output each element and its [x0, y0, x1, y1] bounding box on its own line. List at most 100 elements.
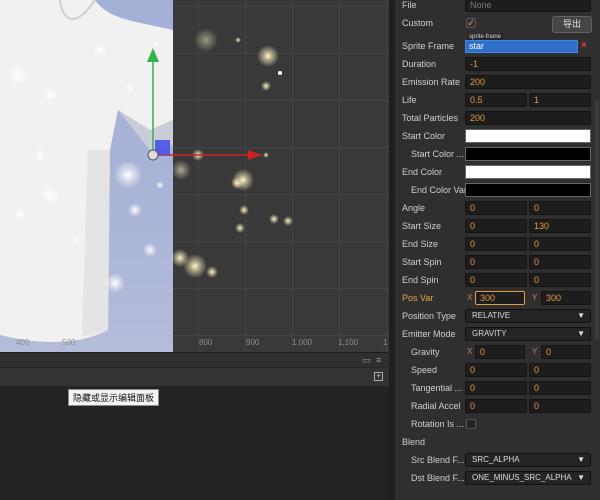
field-label: End Color	[402, 167, 443, 177]
src-blend-select[interactable]: SRC_ALPHA ▼	[465, 453, 591, 467]
tangential-var-input[interactable]: 0	[529, 381, 591, 395]
life-input[interactable]: 0.5	[465, 93, 527, 107]
field-label: End Spin	[402, 275, 439, 285]
speed-input[interactable]: 0	[465, 363, 527, 377]
start-spin-row: Start Spin 0 0	[395, 253, 600, 271]
emission-rate-input[interactable]: 200	[465, 75, 591, 89]
custom-checkbox[interactable]: ✓	[466, 18, 476, 28]
life-var-input[interactable]: 1	[529, 93, 591, 107]
inspector-scrollbar[interactable]	[595, 100, 599, 340]
end-size-input[interactable]: 0	[465, 237, 527, 251]
duration-input[interactable]: -1	[465, 57, 591, 71]
field-label: File	[402, 0, 417, 10]
start-color-row: Start Color	[395, 127, 600, 145]
start-size-row: Start Size 0 130	[395, 217, 600, 235]
field-label: Speed	[411, 365, 438, 375]
rotation-row: Rotation Is ...	[395, 415, 600, 433]
field-label: Emission Rate	[402, 77, 461, 87]
start-color-swatch[interactable]	[465, 129, 591, 143]
select-value: GRAVITY	[472, 329, 507, 338]
axis-label: Y	[532, 293, 538, 302]
ruler-label: 1,000	[292, 338, 313, 347]
select-value: SRC_ALPHA	[472, 455, 520, 464]
start-size-var-input[interactable]: 130	[529, 219, 591, 233]
ruler-label: 500	[62, 338, 76, 347]
console-toolbar: +	[0, 367, 389, 387]
end-spin-row: End Spin 0 0	[395, 271, 600, 289]
field-label: Pos Var	[402, 293, 434, 303]
field-label: Start Color ...	[411, 149, 465, 159]
radial-accel-var-input[interactable]: 0	[529, 399, 591, 413]
select-value: RELATIVE	[472, 311, 511, 320]
axis-label: X	[467, 347, 473, 356]
dst-blend-select[interactable]: ONE_MINUS_SRC_ALPHA ▼	[465, 471, 591, 485]
life-row: Life 0.5 1	[395, 91, 600, 109]
start-spin-var-input[interactable]: 0	[529, 255, 591, 269]
start-color-var-row: Start Color ...	[395, 145, 600, 163]
console-body	[0, 387, 389, 500]
tangential-row: Tangential ... 0 0	[395, 379, 600, 397]
angle-input[interactable]: 0	[465, 201, 527, 215]
clear-icon[interactable]: ×	[581, 40, 587, 51]
ruler-label: 400	[16, 338, 30, 347]
menu-icon[interactable]: ≡	[376, 355, 381, 365]
sparkle-particles	[8, 28, 293, 293]
axis-label: Y	[532, 347, 538, 356]
field-label: Custom	[402, 18, 434, 28]
transform-gizmo[interactable]	[147, 42, 262, 161]
file-field[interactable]: None	[465, 0, 591, 12]
end-size-var-input[interactable]: 0	[529, 237, 591, 251]
tangential-input[interactable]: 0	[465, 381, 527, 395]
ruler-label: 1,100	[338, 338, 359, 347]
field-label: Emitter Mode	[402, 329, 456, 339]
angle-var-input[interactable]: 0	[529, 201, 591, 215]
field-label: End Color Var	[411, 185, 467, 195]
field-label: Dst Blend F...	[411, 473, 465, 483]
section-label: Blend	[402, 437, 426, 447]
field-label: Gravity	[411, 347, 440, 357]
sprite-frame-field[interactable]: star	[465, 40, 578, 53]
total-particles-input[interactable]: 200	[465, 111, 591, 125]
scene-view[interactable]: 400 500 800 900 1,000 1,100 1	[0, 0, 389, 352]
speed-var-input[interactable]: 0	[529, 363, 591, 377]
end-spin-input[interactable]: 0	[465, 273, 527, 287]
field-label: Start Size	[402, 221, 442, 231]
end-spin-var-input[interactable]: 0	[529, 273, 591, 287]
start-color-var-swatch[interactable]	[465, 147, 591, 161]
blend-row: Blend	[395, 433, 600, 451]
gravity-x-input[interactable]: 0	[475, 345, 525, 359]
emitter-mode-select[interactable]: GRAVITY ▼	[465, 327, 591, 341]
dropdown-arrow-icon: ▼	[577, 329, 585, 338]
field-label: Radial Accel	[411, 401, 461, 411]
field-label: Duration	[402, 59, 437, 69]
field-label: Life	[402, 95, 417, 105]
pos-var-x-input[interactable]: 300	[475, 291, 525, 305]
src-blend-row: Src Blend F... SRC_ALPHA ▼	[395, 451, 600, 469]
particles-and-gizmo	[8, 28, 293, 293]
toggle-panel-icon[interactable]: +	[374, 372, 383, 381]
field-label: Sprite Frame	[402, 41, 455, 51]
rotation-checkbox[interactable]	[466, 419, 476, 429]
end-color-swatch[interactable]	[465, 165, 591, 179]
field-label: End Size	[402, 239, 439, 249]
total-particles-row: Total Particles 200	[395, 109, 600, 127]
field-label: Rotation Is ...	[411, 419, 465, 429]
minimize-icon[interactable]: ▭	[362, 355, 371, 366]
start-size-input[interactable]: 0	[465, 219, 527, 233]
field-label: Angle	[402, 203, 426, 213]
gravity-y-input[interactable]: 0	[541, 345, 591, 359]
emission-rate-row: Emission Rate 200	[395, 73, 600, 91]
field-label: Src Blend F...	[411, 455, 465, 465]
end-color-var-swatch[interactable]	[465, 183, 591, 197]
start-spin-input[interactable]: 0	[465, 255, 527, 269]
pos-var-row: Pos Var X 300 Y 300	[395, 289, 600, 307]
radial-accel-input[interactable]: 0	[465, 399, 527, 413]
file-row: File None	[395, 0, 600, 14]
ruler-label: 900	[246, 338, 260, 347]
export-button[interactable]: 导出	[552, 16, 592, 33]
position-type-select[interactable]: RELATIVE ▼	[465, 309, 591, 323]
pos-var-y-input[interactable]: 300	[541, 291, 591, 305]
console-header: ▭ ≡	[0, 352, 389, 367]
ruler-label: 1	[383, 338, 388, 347]
axis-label: X	[467, 293, 473, 302]
